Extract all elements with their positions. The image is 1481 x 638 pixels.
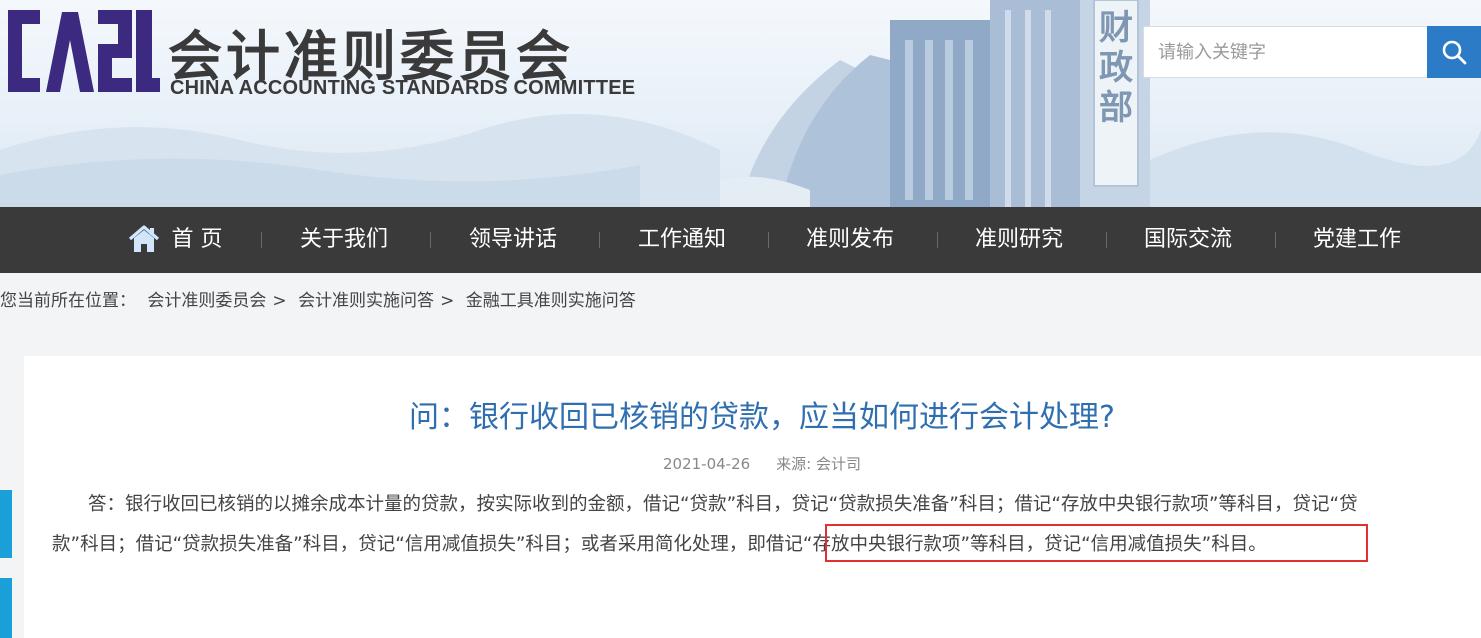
search-icon	[1442, 40, 1467, 65]
home-icon[interactable]	[128, 224, 160, 254]
nav-divider	[1106, 232, 1107, 248]
nav-divider	[1275, 232, 1276, 248]
ministry-building-image	[720, 0, 1150, 207]
nav-divider	[599, 232, 600, 248]
breadcrumb-link[interactable]: 金融工具准则实施问答	[466, 291, 636, 311]
nav-item-about[interactable]: 关于我们	[295, 207, 393, 273]
casc-logo	[8, 10, 160, 92]
nav-item-standards-release[interactable]: 准则发布	[801, 207, 899, 273]
search-button[interactable]	[1427, 26, 1481, 78]
nav-divider	[768, 232, 769, 248]
breadcrumb-separator: >	[440, 291, 455, 311]
article-date: 2021-04-26	[662, 455, 751, 473]
nav-item-work-notices[interactable]: 工作通知	[633, 207, 731, 273]
nav-item-standards-research[interactable]: 准则研究	[970, 207, 1068, 273]
breadcrumb-link[interactable]: 会计准则实施问答	[298, 291, 434, 311]
breadcrumb-link[interactable]: 会计准则委员会	[147, 291, 266, 311]
main-nav: 首 页 关于我们 领导讲话 工作通知 准则发布 准则研究 国际交流 党建工作	[0, 207, 1481, 273]
article-meta: 2021-04-26 来源: 会计司	[24, 453, 1481, 475]
breadcrumb-separator: >	[272, 291, 287, 311]
article-body-line: 答：银行收回已核销的以摊余成本计量的贷款，按实际收到的金额，借记“贷款”科目，贷…	[88, 494, 1358, 515]
side-float-tab[interactable]	[0, 578, 12, 638]
nav-item-party-building[interactable]: 党建工作	[1308, 207, 1406, 273]
nav-item-home[interactable]: 首 页	[166, 207, 228, 273]
nav-item-leader-speeches[interactable]: 领导讲话	[464, 207, 562, 273]
nav-item-international[interactable]: 国际交流	[1139, 207, 1237, 273]
site-header: 会计准则委员会 CHINA ACCOUNTING STANDARDS COMMI…	[0, 0, 1481, 207]
breadcrumb-prefix: 您当前所在位置：	[0, 291, 136, 311]
search-input[interactable]	[1143, 26, 1427, 78]
article-title: 问：银行收回已核销的贷款，应当如何进行会计处理?	[409, 400, 1115, 435]
side-float-tab[interactable]	[0, 490, 12, 558]
nav-divider	[937, 232, 938, 248]
breadcrumb: 您当前所在位置： 会计准则委员会 > 会计准则实施问答 > 金融工具准则实施问答	[0, 289, 642, 313]
site-subtitle: CHINA ACCOUNTING STANDARDS COMMITTEE	[170, 77, 636, 99]
article-body-line: 款”科目；借记“贷款损失准备”科目，贷记“信用减值损失”科目；或者采用简化处理，…	[52, 534, 1267, 555]
nav-divider	[261, 232, 262, 248]
article-source: 来源: 会计司	[776, 455, 861, 473]
nav-divider	[430, 232, 431, 248]
building-sign-text: 财政部	[1099, 8, 1133, 128]
